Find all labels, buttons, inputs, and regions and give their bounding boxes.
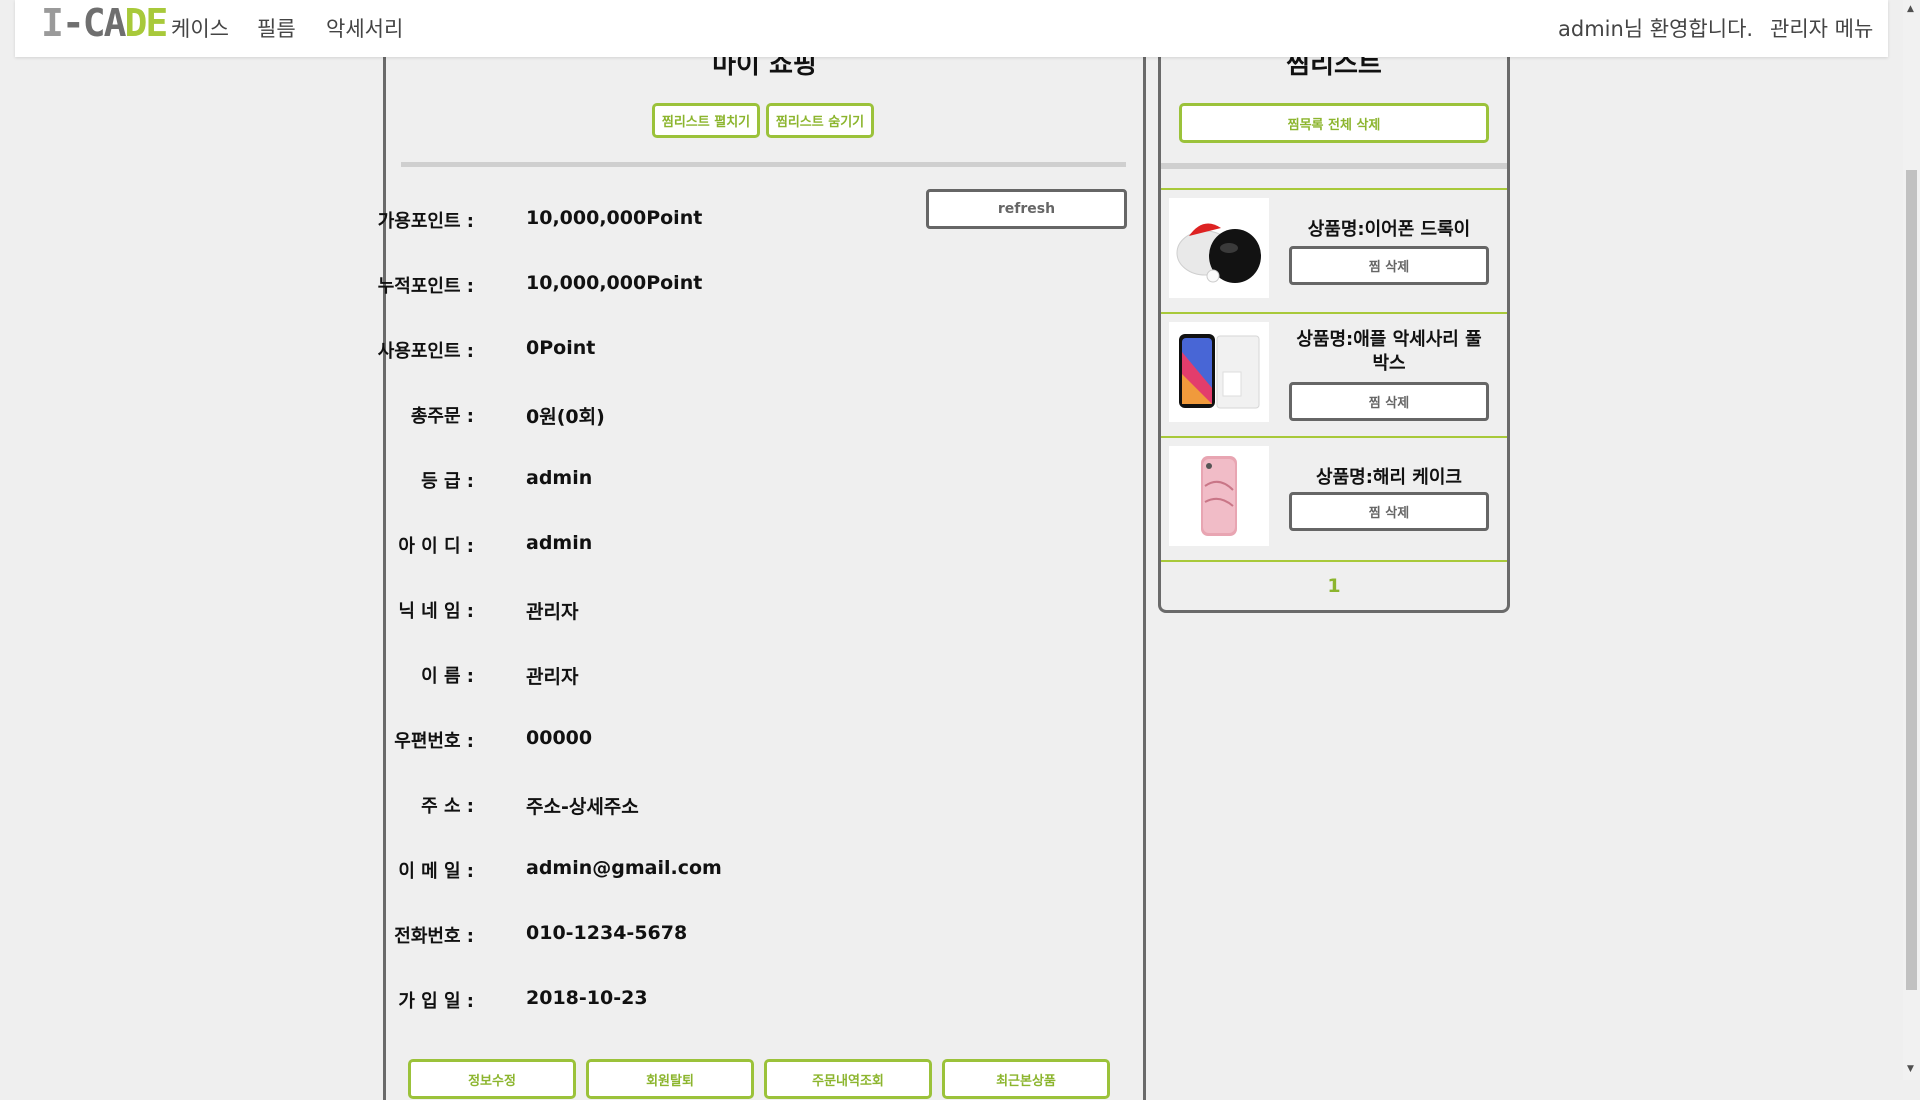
delete-wish-button[interactable]: 찜 삭제 (1289, 382, 1489, 421)
wishlist-item-name: 상품명:이어폰 드록이 (1307, 219, 1471, 240)
nav-item-accessory[interactable]: 악세서리 (326, 13, 403, 43)
info-row-accumulated-points: 누적포인트 : 10,000,000Point (378, 272, 1086, 302)
info-value: admin (526, 467, 593, 489)
info-value: admin (526, 532, 593, 554)
info-value: 010-1234-5678 (526, 922, 688, 944)
scroll-thumb[interactable] (1906, 170, 1917, 990)
info-row-join-date: 가 입 일 : 2018-10-23 (386, 987, 1086, 1017)
page-scrollbar[interactable]: ▲ ▼ (1903, 0, 1920, 1080)
info-label: 아 이 디 : (398, 536, 474, 557)
info-label: 우편번호 : (394, 731, 474, 752)
info-value: 10,000,000Point (526, 207, 703, 229)
top-navbar: I-CADE 케이스 필름 악세서리 admin님 환영합니다. 관리자 메뉴 (15, 0, 1888, 57)
product-thumbnail-apple-accessory[interactable] (1169, 322, 1269, 422)
info-row-available-points: 가용포인트 : 10,000,000Point (378, 207, 1086, 237)
info-row-total-orders: 총주문 : 0원(0회) (386, 402, 1086, 432)
admin-menu-link[interactable]: 관리자 메뉴 (1770, 13, 1873, 43)
info-row-name: 이 름 : 관리자 (386, 662, 1086, 692)
wishlist-item-name: 상품명:해리 케이크 (1316, 467, 1462, 488)
info-row-address: 주 소 : 주소-상세주소 (386, 792, 1086, 822)
divider (1161, 163, 1507, 169)
logo-part-2: -CA (61, 1, 127, 45)
info-value: 10,000,000Point (526, 272, 703, 294)
info-value: 관리자 (526, 601, 579, 623)
info-row-email: 이 메 일 : admin@gmail.com (386, 857, 1086, 887)
info-row-grade: 등 급 : admin (386, 467, 1086, 497)
delete-all-wishlist-button[interactable]: 찜목록 전체 삭제 (1179, 103, 1489, 143)
delete-wish-button[interactable]: 찜 삭제 (1289, 246, 1489, 285)
withdraw-button[interactable]: 회원탈퇴 (586, 1059, 754, 1099)
show-wishlist-button[interactable]: 찜리스트 펼치기 (652, 103, 760, 138)
info-label: 총주문 : (410, 406, 474, 427)
divider (401, 162, 1126, 167)
info-row-user-id: 아 이 디 : admin (386, 532, 1086, 562)
info-value: 2018-10-23 (526, 987, 648, 1009)
hide-wishlist-button[interactable]: 찜리스트 숨기기 (766, 103, 874, 138)
info-value: admin@gmail.com (526, 857, 722, 879)
edit-info-button[interactable]: 정보수정 (408, 1059, 576, 1099)
recently-viewed-button[interactable]: 최근본상품 (942, 1059, 1110, 1099)
info-label: 누적포인트 : (377, 276, 474, 297)
wishlist-item: 상품명:해리 케이크 찜 삭제 (1161, 436, 1507, 562)
wishlist-item: 상품명:애플 악세사리 풀박스 찜 삭제 (1161, 312, 1507, 438)
nav-item-case[interactable]: 케이스 (171, 13, 229, 43)
info-label: 전화번호 : (394, 926, 474, 947)
info-value: 관리자 (526, 666, 579, 688)
info-row-phone: 전화번호 : 010-1234-5678 (386, 922, 1086, 952)
wishlist-item-name: 상품명:애플 악세사리 풀박스 (1296, 329, 1482, 374)
info-row-nickname: 닉 네 임 : 관리자 (386, 597, 1086, 627)
order-history-button[interactable]: 주문내역조회 (764, 1059, 932, 1099)
product-thumbnail-earphone[interactable] (1169, 198, 1269, 298)
info-label: 이 메 일 : (398, 861, 474, 882)
scroll-down-icon[interactable]: ▼ (1907, 1064, 1914, 1074)
info-label: 등 급 : (421, 471, 474, 492)
welcome-text: admin님 환영합니다. (1558, 17, 1754, 41)
my-shopping-panel: 마이 쇼핑 찜리스트 펼치기 찜리스트 숨기기 refresh 가용포인트 : … (378, 0, 1146, 1100)
info-row-used-points: 사용포인트 : 0Point (378, 337, 1086, 367)
scroll-up-icon[interactable]: ▲ (1907, 4, 1914, 14)
nav-item-film[interactable]: 필름 (257, 13, 296, 43)
product-thumbnail-harry-case[interactable] (1169, 446, 1269, 546)
info-value: 0원(0회) (526, 406, 605, 428)
info-label: 가용포인트 : (377, 211, 474, 232)
divider (1161, 560, 1507, 563)
wishlist-item: 상품명:이어폰 드록이 찜 삭제 (1161, 188, 1507, 314)
site-logo[interactable]: I-CADE (41, 1, 169, 45)
info-label: 주 소 : (421, 796, 474, 817)
pagination-page-1[interactable]: 1 (1161, 575, 1507, 597)
logo-part-3: DE (124, 1, 169, 45)
info-value: 00000 (526, 727, 593, 749)
info-label: 이 름 : (421, 666, 474, 687)
wishlist-panel: 찜리스트 찜목록 전체 삭제 상품명:이어폰 드록이 찜 삭제 상품명:애플 악… (1158, 0, 1510, 613)
info-label: 닉 네 임 : (398, 601, 474, 622)
info-value: 주소-상세주소 (526, 796, 639, 818)
info-row-postal-code: 우편번호 : 00000 (386, 727, 1086, 757)
info-value: 0Point (526, 337, 596, 359)
delete-wish-button[interactable]: 찜 삭제 (1289, 492, 1489, 531)
logo-part-1: I (41, 1, 64, 45)
info-label: 사용포인트 : (377, 341, 474, 362)
info-label: 가 입 일 : (398, 991, 474, 1012)
